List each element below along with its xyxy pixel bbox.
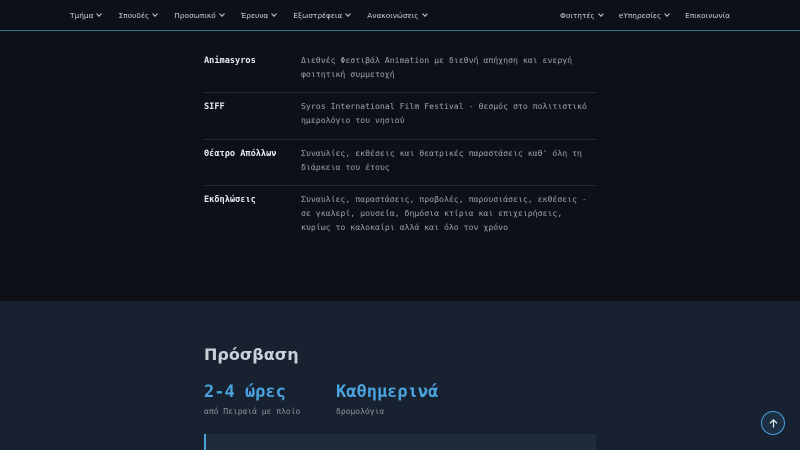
nav-item-label: Φοιτητές <box>560 10 595 20</box>
nav-item-label: Εξωστρέφεια <box>293 10 343 20</box>
chevron-down-icon <box>152 10 159 17</box>
info-callout <box>204 434 596 450</box>
nav-item-epikoinonia[interactable]: Επικοινωνία <box>685 11 730 20</box>
top-navigation: Τμήμα Σπουδές Προσωπικό Έρευνα Εξωστρέφε… <box>0 0 800 31</box>
feature-description: Syros International Film Festival - θεσμ… <box>301 101 587 126</box>
feature-description: Διεθνές Φεστιβάλ Animation με διεθνή απή… <box>301 55 573 79</box>
feature-description: Συναυλίες, εκθέσεις και θεατρικές παραστ… <box>301 147 582 172</box>
list-item: Θέατρο Απόλλων Συναυλίες, εκθέσεις και θ… <box>204 140 596 187</box>
scroll-to-top-button[interactable] <box>761 411 785 435</box>
nav-item-spoudes[interactable]: Σπουδές <box>118 10 159 20</box>
arrow-up-icon <box>769 418 777 428</box>
stat-value: 2-4 ώρες <box>204 382 286 402</box>
chevron-down-icon <box>421 10 428 17</box>
nav-item-anakoinoseis[interactable]: Ανακοινώσεις <box>367 10 428 20</box>
nav-item-foitites[interactable]: Φοιτητές <box>560 10 604 20</box>
nav-item-label: eΥπηρεσίες <box>618 10 662 20</box>
nav-item-label: Επικοινωνία <box>685 10 730 20</box>
chevron-down-icon <box>96 10 103 17</box>
culture-features-list: Animasyros Διεθνές Φεστιβάλ Animation με… <box>204 47 596 245</box>
feature-name: Εκδηλώσεις <box>204 195 256 206</box>
chevron-down-icon <box>664 10 671 17</box>
nav-item-label: Προσωπικό <box>174 10 216 20</box>
stat-label: δρομολόγια <box>336 407 385 416</box>
list-item: SIFF Syros International Film Festival -… <box>204 93 596 140</box>
nav-item-eyphresies[interactable]: eΥπηρεσίες <box>618 10 671 20</box>
stat-daily-routes: Καθημερινά δρομολόγια <box>336 382 438 416</box>
feature-name: Animasyros <box>204 56 256 66</box>
nav-left-group: Τμήμα Σπουδές Προσωπικό Έρευνα Εξωστρέφε… <box>70 0 444 30</box>
nav-item-label: Τμήμα <box>70 10 94 20</box>
list-item: Animasyros Διεθνές Φεστιβάλ Animation με… <box>204 47 596 94</box>
nav-item-tmima[interactable]: Τμήμα <box>70 10 103 20</box>
nav-item-label: Σπουδές <box>118 10 150 20</box>
chevron-down-icon <box>271 10 278 17</box>
chevron-down-icon <box>345 10 352 17</box>
feature-description: Συναυλίες, παραστάσεις, προβολές, παρουσ… <box>301 194 587 232</box>
nav-item-erevna[interactable]: Έρευνα <box>240 10 278 20</box>
chevron-down-icon <box>218 10 225 17</box>
chevron-down-icon <box>597 10 604 17</box>
feature-name: SIFF <box>204 102 225 113</box>
nav-item-prosopiko[interactable]: Προσωπικό <box>174 10 225 20</box>
nav-item-label: Έρευνα <box>240 10 269 20</box>
access-section: Πρόσβαση 2-4 ώρες από Πειραιά με πλοίο Κ… <box>0 301 800 450</box>
nav-item-label: Ανακοινώσεις <box>367 10 419 20</box>
stat-value: Καθημερινά <box>336 382 439 402</box>
nav-right-group: Φοιτητές eΥπηρεσίες Επικοινωνία <box>544 0 730 30</box>
stat-label: από Πειραιά με πλοίο <box>204 407 301 416</box>
feature-name: Θέατρο Απόλλων <box>204 148 277 159</box>
stat-ferry-duration: 2-4 ώρες από Πειραιά με πλοίο <box>204 382 300 416</box>
nav-item-exostrefeia[interactable]: Εξωστρέφεια <box>293 10 352 20</box>
section-title: Πρόσβαση <box>204 345 299 364</box>
list-item: Εκδηλώσεις Συναυλίες, παραστάσεις, προβο… <box>204 186 596 245</box>
